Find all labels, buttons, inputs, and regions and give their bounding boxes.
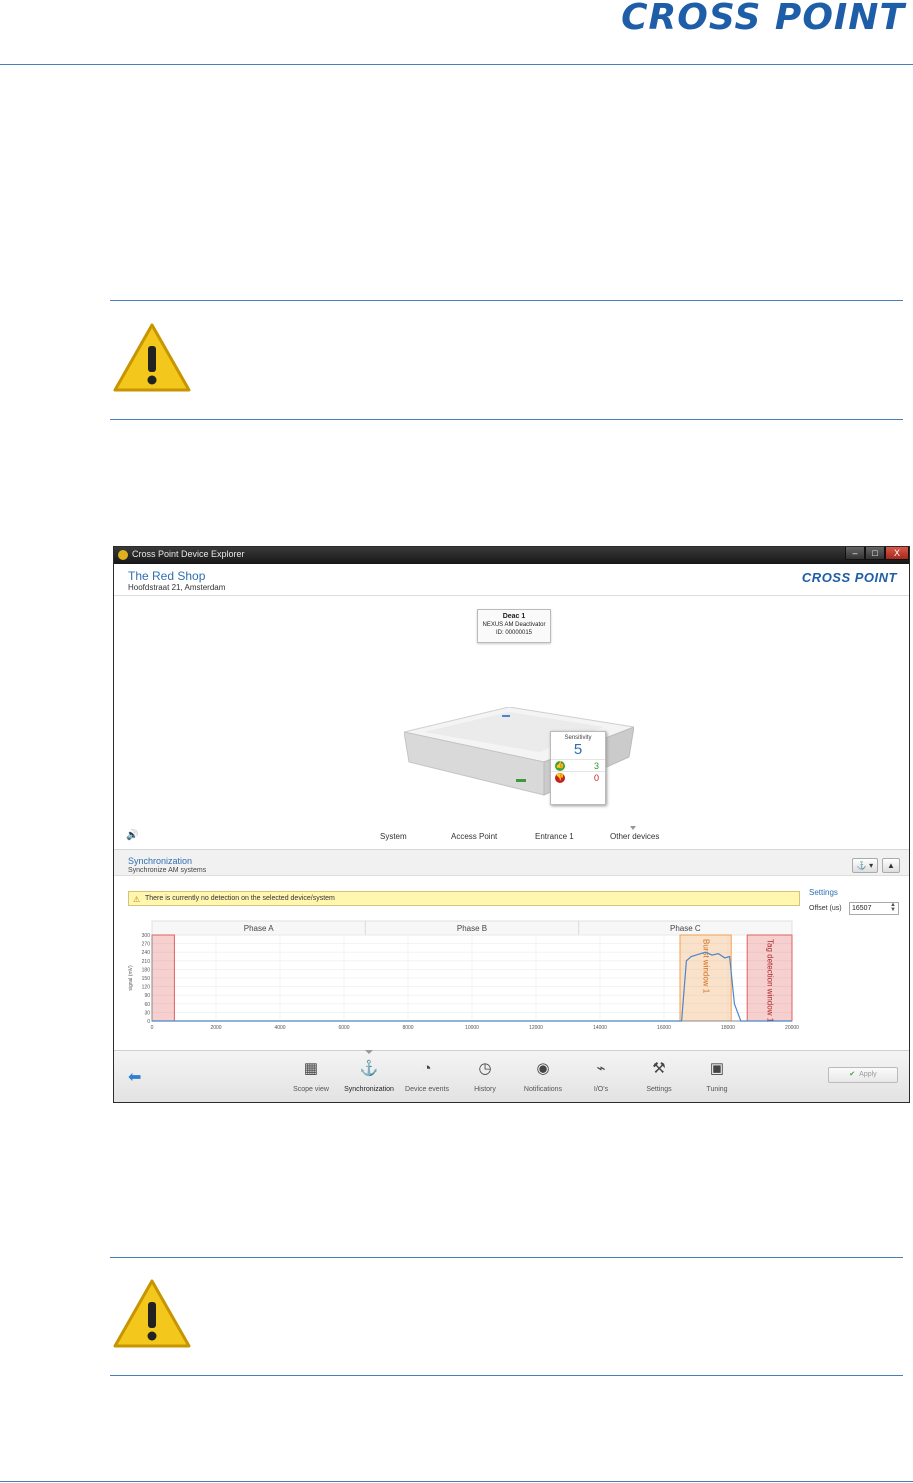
tab-ios[interactable]: ⌁ I/O's	[571, 1055, 631, 1093]
app-window: Cross Point Device Explorer – □ X The Re…	[113, 546, 910, 1103]
device-card[interactable]: Deac 1 NEXUS AM Deactivator ID: 00000015	[477, 609, 551, 643]
checkmark-icon: ✔	[849, 1071, 856, 1078]
tuning-icon: ▣	[709, 1060, 725, 1077]
negative-count: 0	[593, 773, 599, 783]
notice-text: There is currently no detection on the s…	[145, 895, 335, 902]
device-model: NEXUS AM Deactivator	[482, 622, 546, 628]
active-tab-marker	[365, 1050, 373, 1054]
section-subtitle: Synchronize AM systems	[128, 867, 207, 874]
y-tick-label: 30	[144, 1010, 150, 1016]
section-title: Synchronization	[128, 856, 193, 866]
device-name: Deac 1	[502, 613, 526, 620]
x-tick-label: 0	[151, 1025, 154, 1031]
collapse-button[interactable]: ▲	[882, 858, 900, 873]
tab-tuning[interactable]: ▣ Tuning	[687, 1055, 747, 1093]
offset-value: 16507	[852, 905, 872, 912]
apply-button[interactable]: ✔ Apply	[828, 1067, 898, 1083]
app-icon	[118, 550, 128, 560]
offset-label: Offset (us)	[809, 905, 842, 912]
warning-icon	[113, 323, 191, 392]
device-id: ID: 00000015	[495, 630, 533, 636]
warning-icon	[113, 1279, 191, 1348]
x-tick-label: 6000	[338, 1025, 349, 1031]
window-title: Cross Point Device Explorer	[132, 549, 245, 559]
note-rule-top	[110, 300, 903, 301]
section-header: Synchronization Synchronize AM systems ⚓…	[114, 850, 909, 876]
back-arrow-icon[interactable]: ⬅	[128, 1067, 141, 1087]
shop-name[interactable]: The Red Shop	[128, 569, 205, 583]
breadcrumb-entrance[interactable]: Entrance 1	[535, 832, 574, 841]
thumbs-up-icon: 👍	[555, 761, 565, 771]
y-axis-label: signal (mV)	[128, 965, 134, 991]
y-tick-label: 180	[142, 967, 151, 973]
sensitivity-panel[interactable]: Sensitivity 5 👍 3 👎 0	[550, 731, 606, 805]
y-tick-label: 60	[144, 1002, 150, 1008]
title-bar[interactable]: Cross Point Device Explorer – □ X	[114, 547, 909, 564]
anchor-dropdown-button[interactable]: ⚓ ▾	[852, 858, 878, 873]
y-tick-label: 240	[142, 950, 151, 956]
tab-synchronization[interactable]: ⚓ Synchronization	[339, 1055, 399, 1093]
x-tick-label: 18000	[721, 1025, 735, 1031]
phase-label: Phase B	[457, 924, 487, 933]
offset-spinner[interactable]: ▲ ▼	[890, 902, 896, 913]
note-rule-bottom	[110, 1375, 903, 1376]
sensitivity-value: 5	[573, 741, 583, 758]
x-tick-label: 8000	[402, 1025, 413, 1031]
x-tick-label: 4000	[274, 1025, 285, 1031]
tab-notifications[interactable]: ◉ Notifications	[513, 1055, 573, 1093]
y-tick-label: 90	[144, 993, 150, 999]
header-rule	[0, 64, 913, 65]
tab-device-events[interactable]: ◔ Device events	[397, 1055, 457, 1093]
tab-scope-view[interactable]: ▦ Scope view	[281, 1055, 341, 1093]
shop-address: Hoofdstraat 21, Amsterdam	[128, 583, 226, 592]
tools-icon: ⚒	[652, 1060, 666, 1077]
minimize-button[interactable]: –	[845, 547, 865, 560]
window-label: Burst window 1	[701, 939, 710, 994]
y-tick-label: 300	[142, 933, 151, 939]
breadcrumb-marker	[630, 826, 636, 830]
brand-logo: CROSS POINT	[621, 0, 905, 38]
close-button[interactable]: X	[885, 547, 909, 560]
notifications-icon: ◉	[536, 1060, 550, 1077]
x-tick-label: 14000	[593, 1025, 607, 1031]
breadcrumb-other-devices[interactable]: Other devices	[610, 832, 659, 841]
y-tick-label: 210	[142, 959, 151, 965]
positive-count: 3	[593, 761, 599, 771]
clock-icon: ◷	[478, 1060, 492, 1077]
y-tick-label: 120	[142, 985, 151, 991]
detection-window	[151, 934, 175, 1022]
warning-small-icon: ⚠	[133, 895, 141, 904]
plug-icon: ⌁	[596, 1060, 606, 1077]
phase-label: Phase C	[670, 924, 701, 933]
breadcrumb-system[interactable]: System	[380, 832, 407, 841]
thumbs-down-icon: 👎	[555, 773, 565, 783]
window-label: Tag detection window 1	[765, 939, 774, 1023]
x-tick-label: 2000	[210, 1025, 221, 1031]
synchronization-chart[interactable]: Phase A Phase B Phase CBurst window 1 Tag d…	[124, 919, 804, 1031]
breadcrumb-access-point[interactable]: Access Point	[451, 832, 497, 841]
note-rule-bottom	[110, 419, 903, 420]
device-events-icon: ◔	[422, 1060, 432, 1077]
scope-view-icon: ▦	[303, 1060, 319, 1077]
tab-settings[interactable]: ⚒ Settings	[629, 1055, 689, 1093]
header-separator	[114, 595, 909, 596]
settings-title: Settings	[809, 888, 838, 897]
tab-history[interactable]: ◷ History	[455, 1055, 515, 1093]
y-tick-label: 150	[142, 976, 151, 982]
x-tick-label: 16000	[657, 1025, 671, 1031]
detection-notice: ⚠ There is currently no detection on the…	[128, 891, 800, 906]
maximize-button[interactable]: □	[865, 547, 885, 560]
x-tick-label: 12000	[529, 1025, 543, 1031]
y-tick-label: 270	[142, 942, 151, 948]
phase-label: Phase A	[244, 924, 274, 933]
anchor-icon: ⚓	[359, 1060, 379, 1077]
x-tick-label: 10000	[465, 1025, 479, 1031]
app-brand-logo: CROSS POINT	[801, 570, 897, 585]
offset-input[interactable]: 16507 ▲ ▼	[849, 902, 899, 915]
speaker-icon[interactable]: 🔊	[126, 830, 138, 841]
bottom-toolbar: ⬅ ▦ Scope view ⚓ Synchronization ◔ Devic…	[114, 1050, 909, 1102]
footer-rule	[0, 1481, 913, 1482]
note-rule-top	[110, 1257, 903, 1258]
